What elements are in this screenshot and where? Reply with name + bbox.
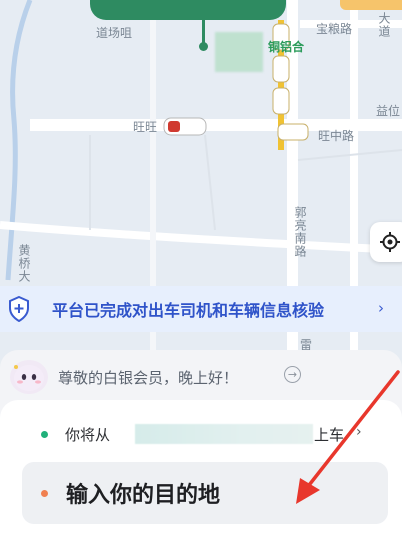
location-pin-dot [199,42,208,51]
trip-card: 你将从 上车 › 输入你的目的地 [0,400,402,542]
pickup-suffix: 上车 [314,426,345,444]
destination-dot-icon [41,490,48,497]
greeting-text: 尊敬的白银会员，晚上好！ [58,369,239,387]
blurred-landmark [215,32,263,72]
bottom-sheet: 尊敬的白银会员，晚上好！ → 你将从 上车 › 输入你的目的地 [0,350,402,542]
pickup-address-redacted [135,424,313,444]
map-label-yiwei: 益位 [376,104,401,118]
locate-button[interactable] [370,222,402,262]
pickup-location-row[interactable]: 你将从 上车 › [20,420,382,448]
chevron-right-icon: › [356,424,362,440]
arrow-right-circle-icon[interactable]: → [284,366,301,383]
map-badge [340,0,402,10]
shield-icon [8,296,30,322]
map-label-huangqiao: 黄桥大 [17,244,31,283]
map-label-lvhe: 铜铝合 [268,40,305,54]
map-label-daochang: 道场咀 [96,26,133,40]
route-banner[interactable] [90,0,286,20]
map-label-guoliang-road: 郭亮南路 [293,206,307,258]
map-label-wangwang: 旺旺 [133,120,158,134]
chevron-right-icon: › [378,299,384,317]
crosshair-icon [380,232,400,252]
pickup-prefix: 你将从 [65,426,111,444]
map-label-baoliang-road: 宝粮路 [316,22,353,36]
map-label-wangzhong-road: 旺中路 [318,129,355,143]
destination-input[interactable]: 输入你的目的地 [22,462,388,524]
pickup-dot-icon [41,431,48,438]
verification-text: 平台已完成对出车司机和车辆信息核验 [52,301,325,320]
mascot-avatar [10,360,48,394]
verification-banner[interactable]: 平台已完成对出车司机和车辆信息核验 › [0,286,402,332]
destination-placeholder: 输入你的目的地 [66,483,221,508]
map-label-dadao: 大道 [377,12,391,38]
greeting-row[interactable]: 尊敬的白银会员，晚上好！ → [0,350,402,400]
